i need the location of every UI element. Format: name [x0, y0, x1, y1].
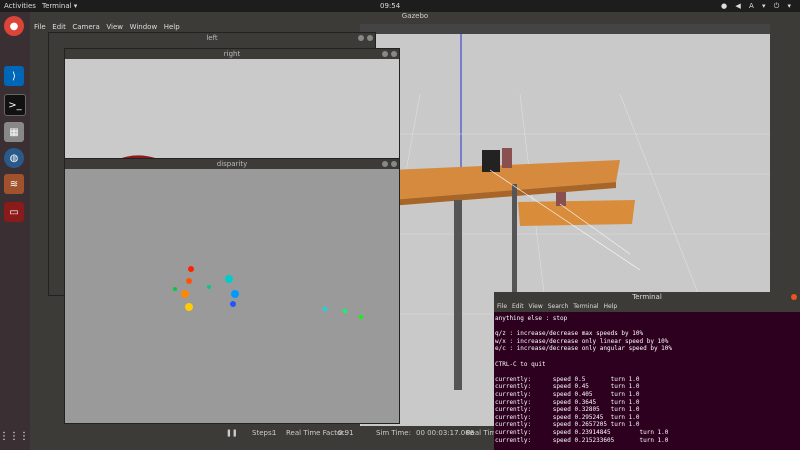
- terminal-line: anything else : stop: [495, 315, 568, 322]
- menu-edit[interactable]: Edit: [512, 303, 524, 310]
- close-icon[interactable]: [391, 161, 397, 167]
- menu-edit[interactable]: Edit: [52, 23, 66, 31]
- top-bar: Activities Terminal ▾ 09:54 ● ◀ A ▾ ⏻ ▾: [0, 0, 800, 12]
- sim-time-label: Sim Time:: [376, 429, 411, 437]
- rtf-value: 0.91: [338, 429, 354, 437]
- app-menu[interactable]: Terminal ▾: [42, 2, 77, 10]
- menu-camera[interactable]: Camera: [72, 23, 99, 31]
- layers-icon[interactable]: ≋: [4, 174, 24, 194]
- minimize-icon[interactable]: [382, 51, 388, 57]
- terminal-title: Terminal: [632, 293, 662, 301]
- menu-view[interactable]: View: [106, 23, 123, 31]
- clock[interactable]: 09:54: [380, 2, 400, 10]
- calculator-icon[interactable]: ▦: [4, 122, 24, 142]
- terminal-line: currently: speed 0.295245 turn 1.0: [495, 413, 640, 421]
- globe-icon[interactable]: ◍: [4, 148, 24, 168]
- app-grid-icon[interactable]: ⋮⋮⋮: [0, 426, 29, 446]
- terminal-menubar: File Edit View Search Terminal Help: [494, 302, 800, 312]
- terminal-line: currently: speed 0.32805 turn 1.0: [495, 406, 640, 414]
- terminal-line: w/x : increase/decrease only linear spee…: [495, 337, 669, 345]
- terminal-line: currently: speed 0.3645 turn 1.0: [495, 398, 640, 406]
- menu-view[interactable]: View: [529, 303, 543, 310]
- terminal-line: currently: speed 0.45 turn 1.0: [495, 383, 640, 391]
- pause-icon[interactable]: ❚❚: [226, 429, 238, 437]
- menu-search[interactable]: Search: [548, 303, 569, 310]
- close-icon[interactable]: [391, 51, 397, 57]
- menu-help[interactable]: Help: [604, 303, 618, 310]
- steps-label: Steps:: [252, 429, 274, 437]
- terminal-icon[interactable]: >_: [4, 94, 26, 116]
- screenshot-icon[interactable]: ▭: [4, 202, 24, 222]
- terminal-titlebar: Terminal: [494, 292, 800, 302]
- terminal-window[interactable]: Terminal File Edit View Search Terminal …: [494, 292, 800, 450]
- system-tray[interactable]: ● ◀ A ▾ ⏻ ▾: [721, 2, 794, 11]
- window-title: right: [65, 49, 399, 59]
- terminal-line: currently: speed 0.215233605 turn 1.0: [495, 436, 669, 444]
- terminal-line: currently: speed 0.2657205 turn 1.0: [495, 421, 640, 429]
- close-icon[interactable]: [367, 35, 373, 41]
- disparity-image: [65, 169, 399, 423]
- menu-help[interactable]: Help: [164, 23, 180, 31]
- minimize-icon[interactable]: [358, 35, 364, 41]
- window-title-text: disparity: [216, 160, 248, 168]
- terminal-line: e/c : increase/decrease only angular spe…: [495, 345, 673, 353]
- terminal-line: q/z : increase/decrease max speeds by 10…: [495, 330, 644, 338]
- vscode-icon[interactable]: ⟩: [4, 66, 24, 86]
- terminal-line: currently: speed 0.23914845 turn 1.0: [495, 428, 669, 436]
- dock: ● ⟩ >_ ▦ ◍ ≋ ▭ ⋮⋮⋮: [0, 12, 30, 450]
- window-title: disparity: [65, 159, 399, 169]
- window-title-text: right: [223, 50, 241, 58]
- disparity-window[interactable]: disparity: [64, 158, 400, 424]
- window-title: Gazebo: [401, 12, 429, 20]
- terminal-line: CTRL-C to quit: [495, 360, 546, 368]
- close-icon[interactable]: [791, 294, 797, 300]
- menu-file[interactable]: File: [497, 303, 507, 310]
- terminal-output[interactable]: anything else : stop q/z : increase/decr…: [494, 312, 800, 444]
- minimize-icon[interactable]: [382, 161, 388, 167]
- menu-window[interactable]: Window: [130, 23, 158, 31]
- terminal-line: currently: speed 0.5 turn 1.0: [495, 375, 640, 383]
- terminal-line: currently: speed 0.405 turn 1.0: [495, 390, 640, 398]
- scene-toolbar: [360, 24, 770, 34]
- window-title-text: left: [206, 34, 218, 42]
- chrome-icon[interactable]: ●: [4, 16, 24, 36]
- steps-value[interactable]: 1: [272, 429, 276, 437]
- activities-button[interactable]: Activities: [4, 2, 36, 10]
- menu-file[interactable]: File: [34, 23, 46, 31]
- window-title: left: [49, 33, 375, 43]
- menu-terminal[interactable]: Terminal: [573, 303, 598, 310]
